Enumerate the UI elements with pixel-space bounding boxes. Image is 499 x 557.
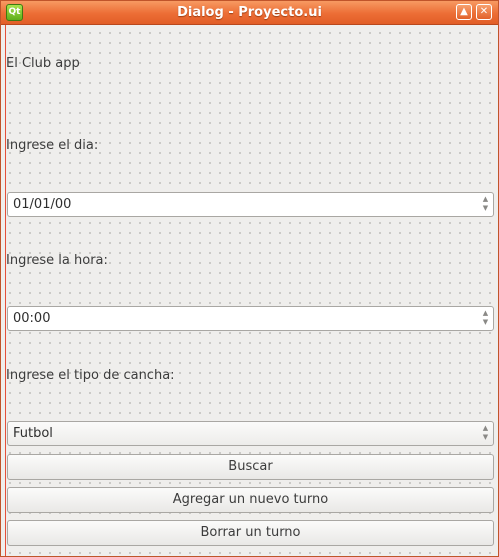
- search-button[interactable]: Buscar: [7, 454, 494, 480]
- layout-guide-line: [5, 25, 6, 556]
- hour-label: Ingrese la hora:: [6, 253, 108, 268]
- combo-arrows-icon: ▲ ▼: [482, 424, 489, 441]
- title-bar[interactable]: Qt Dialog - Proyecto.ui ▲ ✕: [1, 1, 498, 25]
- spin-arrows-icon[interactable]: ▲ ▼: [480, 195, 491, 214]
- day-value: 01/01/00: [13, 197, 72, 212]
- app-title-label: El Club app: [6, 56, 80, 71]
- maximize-icon[interactable]: ▲: [456, 4, 472, 20]
- hour-time-edit[interactable]: 00:00 ▲ ▼: [7, 306, 494, 331]
- add-turn-button[interactable]: Agregar un nuevo turno: [7, 487, 494, 513]
- dialog-window: Qt Dialog - Proyecto.ui ▲ ✕ El Club app …: [0, 0, 499, 557]
- day-date-edit[interactable]: 01/01/00 ▲ ▼: [7, 192, 494, 217]
- delete-turn-button[interactable]: Borrar un turno: [7, 520, 494, 546]
- court-type-value: Futbol: [13, 426, 53, 441]
- day-label: Ingrese el dia:: [6, 138, 99, 153]
- court-type-combobox[interactable]: Futbol ▲ ▼: [7, 421, 494, 446]
- hour-value: 00:00: [13, 311, 51, 326]
- spin-arrows-icon[interactable]: ▲ ▼: [480, 309, 491, 328]
- close-icon[interactable]: ✕: [476, 4, 492, 20]
- window-title: Dialog - Proyecto.ui: [177, 5, 322, 20]
- court-type-label: Ingrese el tipo de cancha:: [6, 368, 175, 383]
